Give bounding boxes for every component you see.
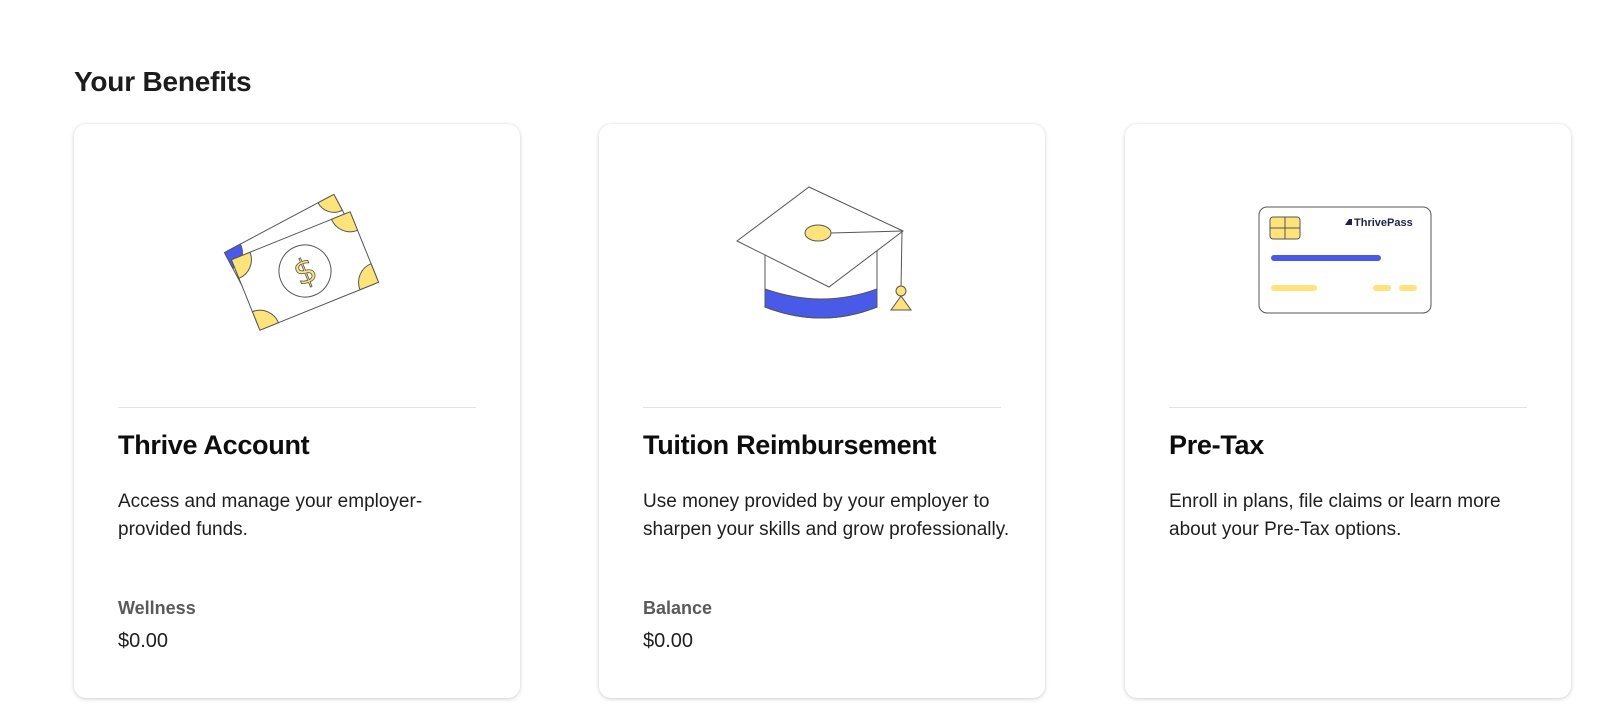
money-bills-icon: $	[74, 174, 520, 344]
payment-card-icon: ThrivePass	[1125, 174, 1571, 344]
card-description: Enroll in plans, file claims or learn mo…	[1169, 491, 1501, 540]
card-description: Use money provided by your employer to s…	[643, 491, 1010, 540]
graduation-cap-icon	[599, 174, 1045, 344]
card-divider	[118, 407, 476, 408]
card-brand-text: ThrivePass	[1354, 217, 1413, 229]
balance-label: Balance	[643, 598, 713, 618]
benefit-card-thrive-account[interactable]: $ Thrive Account Access and manage your …	[74, 124, 520, 698]
card-divider	[1169, 407, 1527, 408]
card-title: Pre-Tax	[1169, 430, 1264, 460]
benefit-card-pre-tax[interactable]: ThrivePass Pre-Tax Enroll in plans, file…	[1125, 124, 1571, 698]
section-title: Your Benefits	[74, 66, 252, 97]
benefit-card-tuition-reimbursement[interactable]: Tuition Reimbursement Use money provided…	[599, 124, 1045, 698]
wellness-label: Wellness	[118, 598, 196, 618]
card-divider	[643, 407, 1001, 408]
balance-value: $0.00	[643, 630, 694, 652]
card-description: Access and manage your employer-provided…	[118, 491, 423, 540]
card-title: Thrive Account	[118, 430, 310, 460]
wellness-value: $0.00	[118, 630, 169, 652]
card-title: Tuition Reimbursement	[643, 430, 937, 460]
benefits-page: Your Benefits $ Thrive Account Access an…	[0, 0, 1612, 706]
